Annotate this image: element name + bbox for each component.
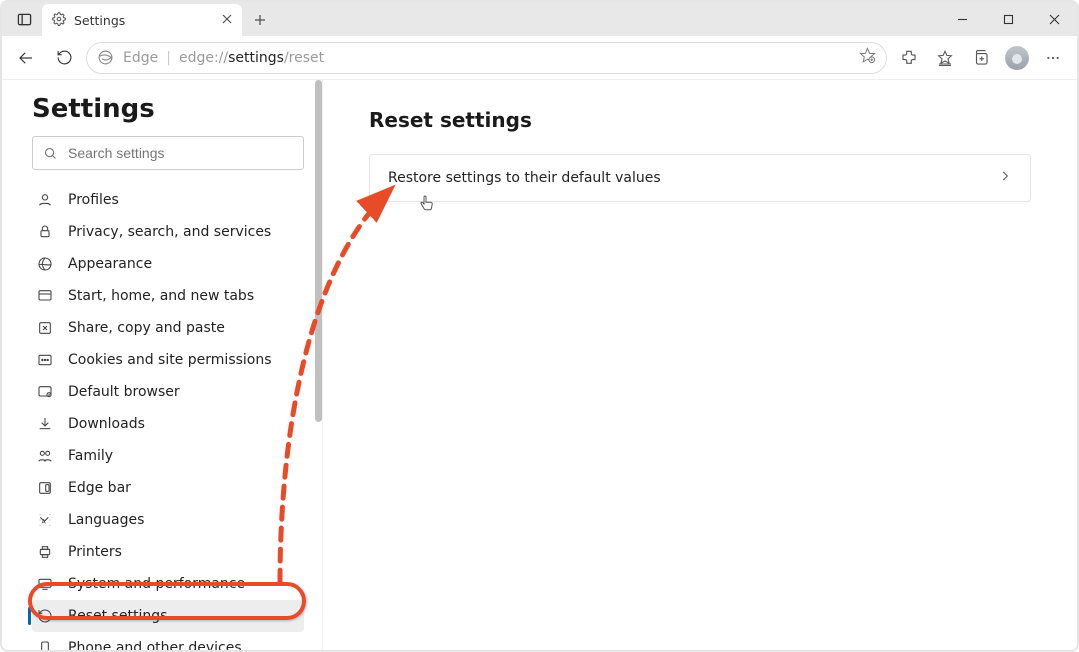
more-menu-icon[interactable]	[1037, 42, 1069, 74]
profile-avatar[interactable]	[1001, 42, 1033, 74]
favorites-icon[interactable]	[929, 42, 961, 74]
new-tab-button[interactable]	[246, 6, 274, 34]
nav-label: Start, home, and new tabs	[68, 288, 254, 304]
sidebar-item-phone-and-other-devices[interactable]: Phone and other devices	[32, 632, 304, 650]
sidebar-item-cookies-and-site-permissions[interactable]: Cookies and site permissions	[32, 344, 304, 376]
nav-label: Privacy, search, and services	[68, 224, 271, 240]
nav-icon	[36, 224, 54, 240]
nav-icon	[36, 352, 54, 368]
content-area: Settings Profiles Privacy, search, and se…	[2, 80, 1077, 650]
nav-label: Languages	[68, 512, 144, 528]
nav-label: Share, copy and paste	[68, 320, 225, 336]
back-button[interactable]	[10, 42, 42, 74]
nav-label: Edge bar	[68, 480, 131, 496]
tab-title: Settings	[74, 13, 125, 28]
search-input-field[interactable]	[68, 145, 293, 161]
nav-label: Profiles	[68, 192, 119, 208]
restore-defaults-card[interactable]: Restore settings to their default values	[369, 154, 1031, 202]
sidebar-item-system-and-performance[interactable]: System and performance	[32, 568, 304, 600]
nav-label: System and performance	[68, 576, 245, 592]
sidebar-scrollbar[interactable]	[314, 80, 322, 650]
sidebar-item-share-copy-and-paste[interactable]: Share, copy and paste	[32, 312, 304, 344]
sidebar-item-family[interactable]: Family	[32, 440, 304, 472]
nav-icon	[36, 256, 54, 272]
settings-sidebar: Settings Profiles Privacy, search, and se…	[2, 80, 322, 650]
address-site-label: Edge	[123, 50, 158, 66]
tab-actions-icon[interactable]	[14, 9, 34, 29]
nav-icon	[36, 544, 54, 560]
nav-label: Cookies and site permissions	[68, 352, 272, 368]
chevron-right-icon	[998, 169, 1012, 187]
titlebar: Settings	[2, 2, 1077, 36]
sidebar-item-printers[interactable]: Printers	[32, 536, 304, 568]
nav-label: Appearance	[68, 256, 152, 272]
sidebar-item-start-home-and-new-tabs[interactable]: Start, home, and new tabs	[32, 280, 304, 312]
refresh-button[interactable]	[48, 42, 80, 74]
extensions-icon[interactable]	[893, 42, 925, 74]
nav-icon	[36, 416, 54, 432]
sidebar-item-default-browser[interactable]: Default browser	[32, 376, 304, 408]
toolbar: Edge | edge://settings/reset	[2, 36, 1077, 80]
nav-icon	[36, 448, 54, 464]
settings-nav: Profiles Privacy, search, and services App…	[32, 184, 304, 650]
close-icon[interactable]	[222, 12, 232, 28]
nav-icon	[36, 576, 54, 592]
sidebar-item-appearance[interactable]: Appearance	[32, 248, 304, 280]
favorite-star-icon[interactable]	[859, 47, 876, 68]
nav-icon: A	[36, 512, 54, 528]
nav-label: Default browser	[68, 384, 180, 400]
search-settings-input[interactable]	[32, 136, 304, 170]
page-title: Reset settings	[369, 108, 1031, 132]
card-label: Restore settings to their default values	[388, 170, 661, 186]
nav-label: Reset settings	[68, 608, 167, 624]
maximize-button[interactable]	[985, 2, 1031, 36]
settings-main: Reset settings Restore settings to their…	[322, 80, 1077, 650]
window-controls	[939, 2, 1077, 36]
nav-icon	[36, 192, 54, 208]
gear-icon	[52, 12, 66, 29]
nav-icon	[36, 640, 54, 650]
sidebar-item-privacy-search-and-services[interactable]: Privacy, search, and services	[32, 216, 304, 248]
address-url: edge://settings/reset	[179, 50, 324, 66]
sidebar-item-reset-settings[interactable]: Reset settings	[32, 600, 304, 632]
nav-icon	[36, 320, 54, 336]
edge-logo-icon	[97, 49, 115, 67]
nav-label: Downloads	[68, 416, 145, 432]
sidebar-item-edge-bar[interactable]: Edge bar	[32, 472, 304, 504]
sidebar-heading: Settings	[32, 94, 304, 124]
nav-label: Family	[68, 448, 113, 464]
search-icon	[43, 146, 58, 161]
sidebar-item-downloads[interactable]: Downloads	[32, 408, 304, 440]
sidebar-item-profiles[interactable]: Profiles	[32, 184, 304, 216]
nav-label: Phone and other devices	[68, 640, 242, 650]
nav-icon	[36, 480, 54, 496]
nav-icon	[36, 288, 54, 304]
collections-icon[interactable]	[965, 42, 997, 74]
nav-label: Printers	[68, 544, 122, 560]
sidebar-item-languages[interactable]: A Languages	[32, 504, 304, 536]
nav-icon	[36, 384, 54, 400]
minimize-button[interactable]	[939, 2, 985, 36]
address-bar[interactable]: Edge | edge://settings/reset	[86, 42, 887, 74]
nav-icon	[36, 608, 54, 624]
close-window-button[interactable]	[1031, 2, 1077, 36]
browser-tab[interactable]: Settings	[42, 4, 242, 36]
